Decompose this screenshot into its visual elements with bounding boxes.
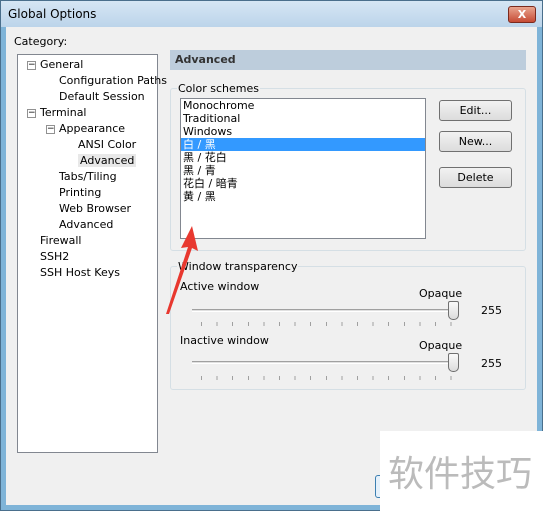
category-label: Category: xyxy=(14,35,68,48)
color-scheme-item[interactable]: 白 / 黑 xyxy=(181,138,425,151)
collapse-icon[interactable]: − xyxy=(27,109,36,118)
window-title: Global Options xyxy=(8,7,97,21)
color-scheme-item[interactable]: 黑 / 青 xyxy=(181,164,425,177)
color-scheme-item[interactable]: Windows xyxy=(181,125,425,138)
tree-item[interactable]: Appearance xyxy=(59,122,125,135)
color-schemes-label: Color schemes xyxy=(178,82,259,95)
tree-item[interactable]: Advanced xyxy=(59,218,113,231)
tree-item[interactable]: Default Session xyxy=(59,90,145,103)
color-scheme-item[interactable]: Monochrome xyxy=(181,99,425,112)
tree-item[interactable]: Advanced xyxy=(78,154,137,167)
inactive-slider-thumb[interactable] xyxy=(448,353,459,372)
active-window-value: 255 xyxy=(481,304,502,317)
inactive-opaque-label: Opaque xyxy=(419,339,463,352)
category-tree[interactable]: General − Configuration Paths Default Sessi… xyxy=(17,54,167,453)
new-button[interactable]: New... xyxy=(439,131,512,152)
inactive-slider-ticks xyxy=(201,376,456,380)
active-window-slider[interactable] xyxy=(192,309,454,312)
tree-item[interactable]: Printing xyxy=(59,186,101,199)
tree-item[interactable]: General xyxy=(40,58,83,71)
tree-item[interactable]: Firewall xyxy=(40,234,81,247)
tree-item[interactable]: ANSI Color xyxy=(78,138,136,151)
title-bar: Global Options X xyxy=(1,1,542,27)
active-opaque-label: Opaque xyxy=(419,287,463,300)
tree-item[interactable]: Configuration Paths xyxy=(59,74,167,87)
close-button[interactable]: X xyxy=(508,6,536,23)
active-slider-ticks xyxy=(201,322,456,326)
watermark: 软件技巧 xyxy=(380,431,543,512)
collapse-icon[interactable]: − xyxy=(27,61,36,70)
panel-title: Advanced xyxy=(170,50,526,70)
color-scheme-item[interactable]: 黑 / 花白 xyxy=(181,151,425,164)
inactive-window-label: Inactive window xyxy=(180,334,269,347)
inactive-window-slider[interactable] xyxy=(192,361,454,364)
tree-item[interactable]: Terminal xyxy=(40,106,87,119)
edit-button[interactable]: Edit... xyxy=(439,100,512,121)
color-scheme-item[interactable]: 花白 / 暗青 xyxy=(181,177,425,190)
tree-item[interactable]: Web Browser xyxy=(59,202,131,215)
color-scheme-item[interactable]: 黄 / 黑 xyxy=(181,190,425,203)
color-scheme-item[interactable]: Traditional xyxy=(181,112,425,125)
tree-item[interactable]: Tabs/Tiling xyxy=(59,170,117,183)
delete-button[interactable]: Delete xyxy=(439,167,512,188)
color-schemes-list[interactable]: Monochrome Traditional Windows 白 / 黑黑 / 花白黑… xyxy=(180,98,426,239)
global-options-window: Global Options X Category: General − Confi… xyxy=(0,0,543,512)
inactive-window-value: 255 xyxy=(481,357,502,370)
red-arrow-annotation xyxy=(166,226,198,314)
tree-item[interactable]: SSH Host Keys xyxy=(40,266,120,279)
collapse-icon[interactable]: − xyxy=(46,125,55,134)
active-slider-thumb[interactable] xyxy=(448,301,459,320)
tree-item[interactable]: SSH2 xyxy=(40,250,69,263)
